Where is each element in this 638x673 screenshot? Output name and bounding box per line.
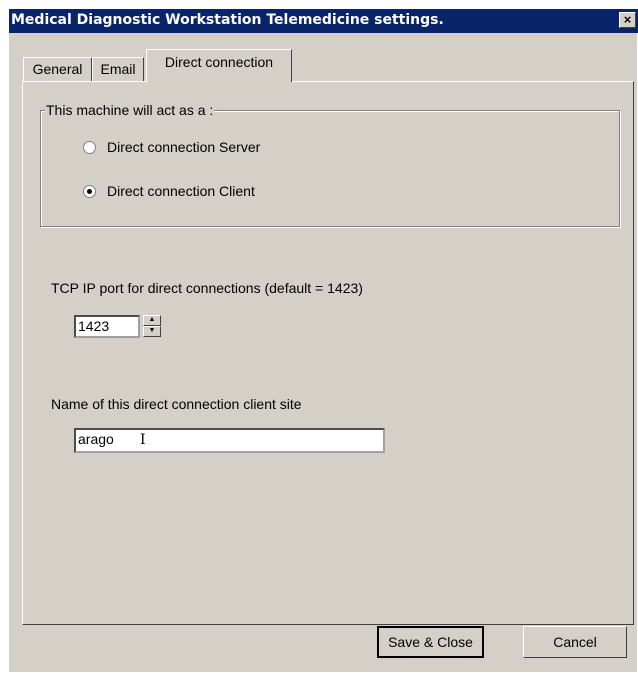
port-spin-down[interactable]: ▼ [143,326,161,337]
tab-general-label: General [32,61,83,77]
tab-direct-connection[interactable]: Direct connection [146,49,292,82]
close-button[interactable]: × [619,12,636,28]
settings-dialog: Medical Diagnostic Workstation Telemedic… [8,8,638,672]
client-radio-label: Direct connection Client [107,183,255,199]
cancel-button[interactable]: Cancel [523,626,627,658]
direct-connection-panel: This machine will act as a : Direct conn… [22,81,634,625]
close-icon: × [623,12,632,27]
radio-selected-dot [87,189,92,194]
role-groupbox: This machine will act as a : Direct conn… [40,102,620,227]
site-name-value: arago [78,431,114,447]
port-value: 1423 [78,318,110,334]
save-close-label: Save & Close [388,634,473,650]
window-title: Medical Diagnostic Workstation Telemedic… [11,12,444,28]
client-radio-button[interactable] [83,185,96,198]
text-cursor-icon: I [140,432,146,448]
port-input[interactable]: 1423 [74,315,140,338]
port-spin-up[interactable]: ▲ [143,315,161,326]
spin-up-icon: ▲ [148,316,156,323]
spin-down-icon: ▼ [148,327,156,334]
save-close-button[interactable]: Save & Close [377,626,484,658]
tab-email-label: Email [100,61,136,77]
role-group-legend: This machine will act as a : [45,102,215,118]
site-name-label: Name of this direct connection client si… [51,396,302,412]
title-bar[interactable]: Medical Diagnostic Workstation Telemedic… [9,9,638,33]
tab-email[interactable]: Email [92,57,144,81]
port-label: TCP IP port for direct connections (defa… [51,280,363,296]
server-radio-button[interactable] [83,141,96,154]
server-radio-label: Direct connection Server [107,139,261,155]
site-name-input[interactable]: arago I [74,428,385,453]
cancel-label: Cancel [553,634,597,650]
tab-general[interactable]: General [23,57,92,81]
tab-direct-connection-label: Direct connection [164,54,274,70]
